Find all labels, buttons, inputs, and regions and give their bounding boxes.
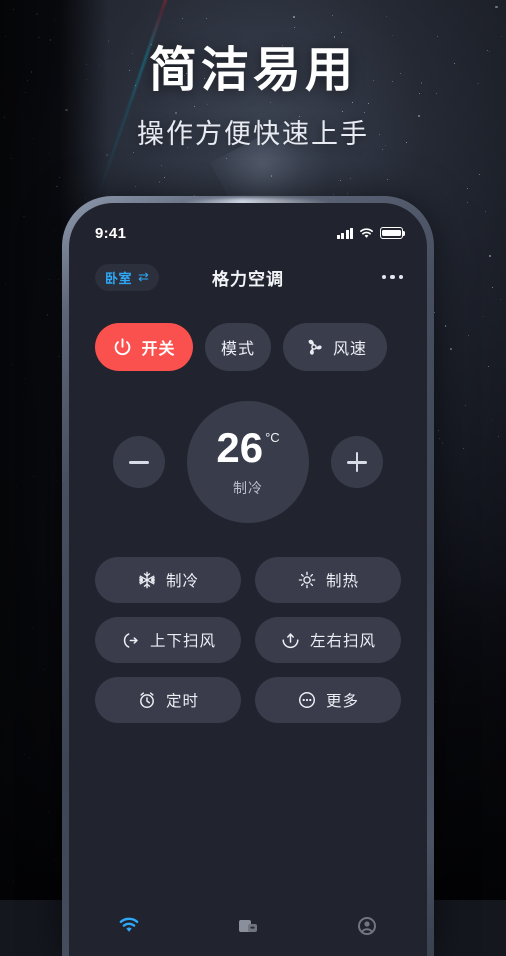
temperature-value: 26 xyxy=(216,423,264,471)
horizontal-swing-label: 左右扫风 xyxy=(309,633,376,650)
promo-text-block: 简洁易用 操作方便快速上手 xyxy=(0,44,506,151)
more-label: 更多 xyxy=(325,693,359,710)
remote-wifi-icon xyxy=(116,912,142,936)
plus-icon xyxy=(347,452,367,472)
wifi-icon xyxy=(359,227,374,239)
swing-horizontal-icon xyxy=(280,630,301,651)
room-name-label: 卧室 xyxy=(105,270,133,286)
minus-icon xyxy=(129,452,149,472)
cool-mode-button[interactable]: 制冷 xyxy=(95,557,241,603)
temperature-unit: °C xyxy=(265,429,280,445)
sun-icon xyxy=(297,570,317,590)
fan-speed-button[interactable]: 风速 xyxy=(283,323,387,371)
temperature-increase-button[interactable] xyxy=(331,436,383,488)
room-swap-icon: ⇄ xyxy=(138,269,149,284)
phone-mockup: 9:41 卧室 ⇄ 格力空调 开关 模式 风速 26 °C 制冷 制冷 制热 上… xyxy=(62,196,434,956)
profile-icon xyxy=(355,912,379,936)
power-icon xyxy=(112,337,133,358)
devices-icon xyxy=(236,912,260,936)
signal-bars-icon xyxy=(336,227,353,239)
timer-label: 定时 xyxy=(165,693,199,710)
alarm-clock-icon xyxy=(137,690,157,710)
more-circle-icon xyxy=(297,690,317,710)
status-bar-icons xyxy=(336,227,406,239)
temperature-decrease-button[interactable] xyxy=(113,436,165,488)
battery-icon xyxy=(380,227,406,239)
app-header: 卧室 ⇄ 格力空调 xyxy=(69,249,427,297)
mode-button[interactable]: 模式 xyxy=(205,323,271,371)
heat-mode-label: 制热 xyxy=(325,573,359,590)
temperature-dial[interactable]: 26 °C 制冷 xyxy=(187,401,309,523)
fan-icon xyxy=(303,336,325,358)
room-selector-chip[interactable]: 卧室 ⇄ xyxy=(95,263,159,291)
thermostat-control: 26 °C 制冷 xyxy=(69,371,427,523)
cool-mode-label: 制冷 xyxy=(165,573,199,590)
current-mode-label: 制冷 xyxy=(233,479,263,496)
more-button[interactable]: 更多 xyxy=(255,677,401,723)
horizontal-swing-button[interactable]: 左右扫风 xyxy=(255,617,401,663)
promo-subheadline: 操作方便快速上手 xyxy=(137,119,369,150)
status-bar-clock: 9:41 xyxy=(95,224,127,242)
quick-action-row: 开关 模式 风速 xyxy=(69,297,427,371)
tab-devices[interactable] xyxy=(188,912,307,936)
timer-button[interactable]: 定时 xyxy=(95,677,241,723)
vertical-swing-button[interactable]: 上下扫风 xyxy=(95,617,241,663)
phone-screen: 9:41 卧室 ⇄ 格力空调 开关 模式 风速 26 °C 制冷 制冷 制热 上… xyxy=(69,203,427,956)
tab-profile[interactable] xyxy=(308,912,427,936)
vertical-swing-label: 上下扫风 xyxy=(149,633,216,650)
heat-mode-button[interactable]: 制热 xyxy=(255,557,401,603)
snowflake-icon xyxy=(137,570,157,590)
swing-vertical-icon xyxy=(120,630,141,651)
bottom-tab-bar xyxy=(69,898,427,956)
power-button[interactable]: 开关 xyxy=(95,323,193,371)
function-grid: 制冷 制热 上下扫风 左右扫风 定时 更多 xyxy=(69,523,427,723)
mode-button-label: 模式 xyxy=(220,341,255,358)
promo-headline: 简洁易用 xyxy=(148,44,357,97)
phone-notch xyxy=(184,203,312,226)
ellipsis-icon[interactable] xyxy=(381,274,403,280)
power-button-label: 开关 xyxy=(141,341,176,358)
temperature-value-row: 26 °C xyxy=(216,423,280,471)
fan-speed-button-label: 风速 xyxy=(332,341,367,358)
tab-remote[interactable] xyxy=(69,912,188,936)
